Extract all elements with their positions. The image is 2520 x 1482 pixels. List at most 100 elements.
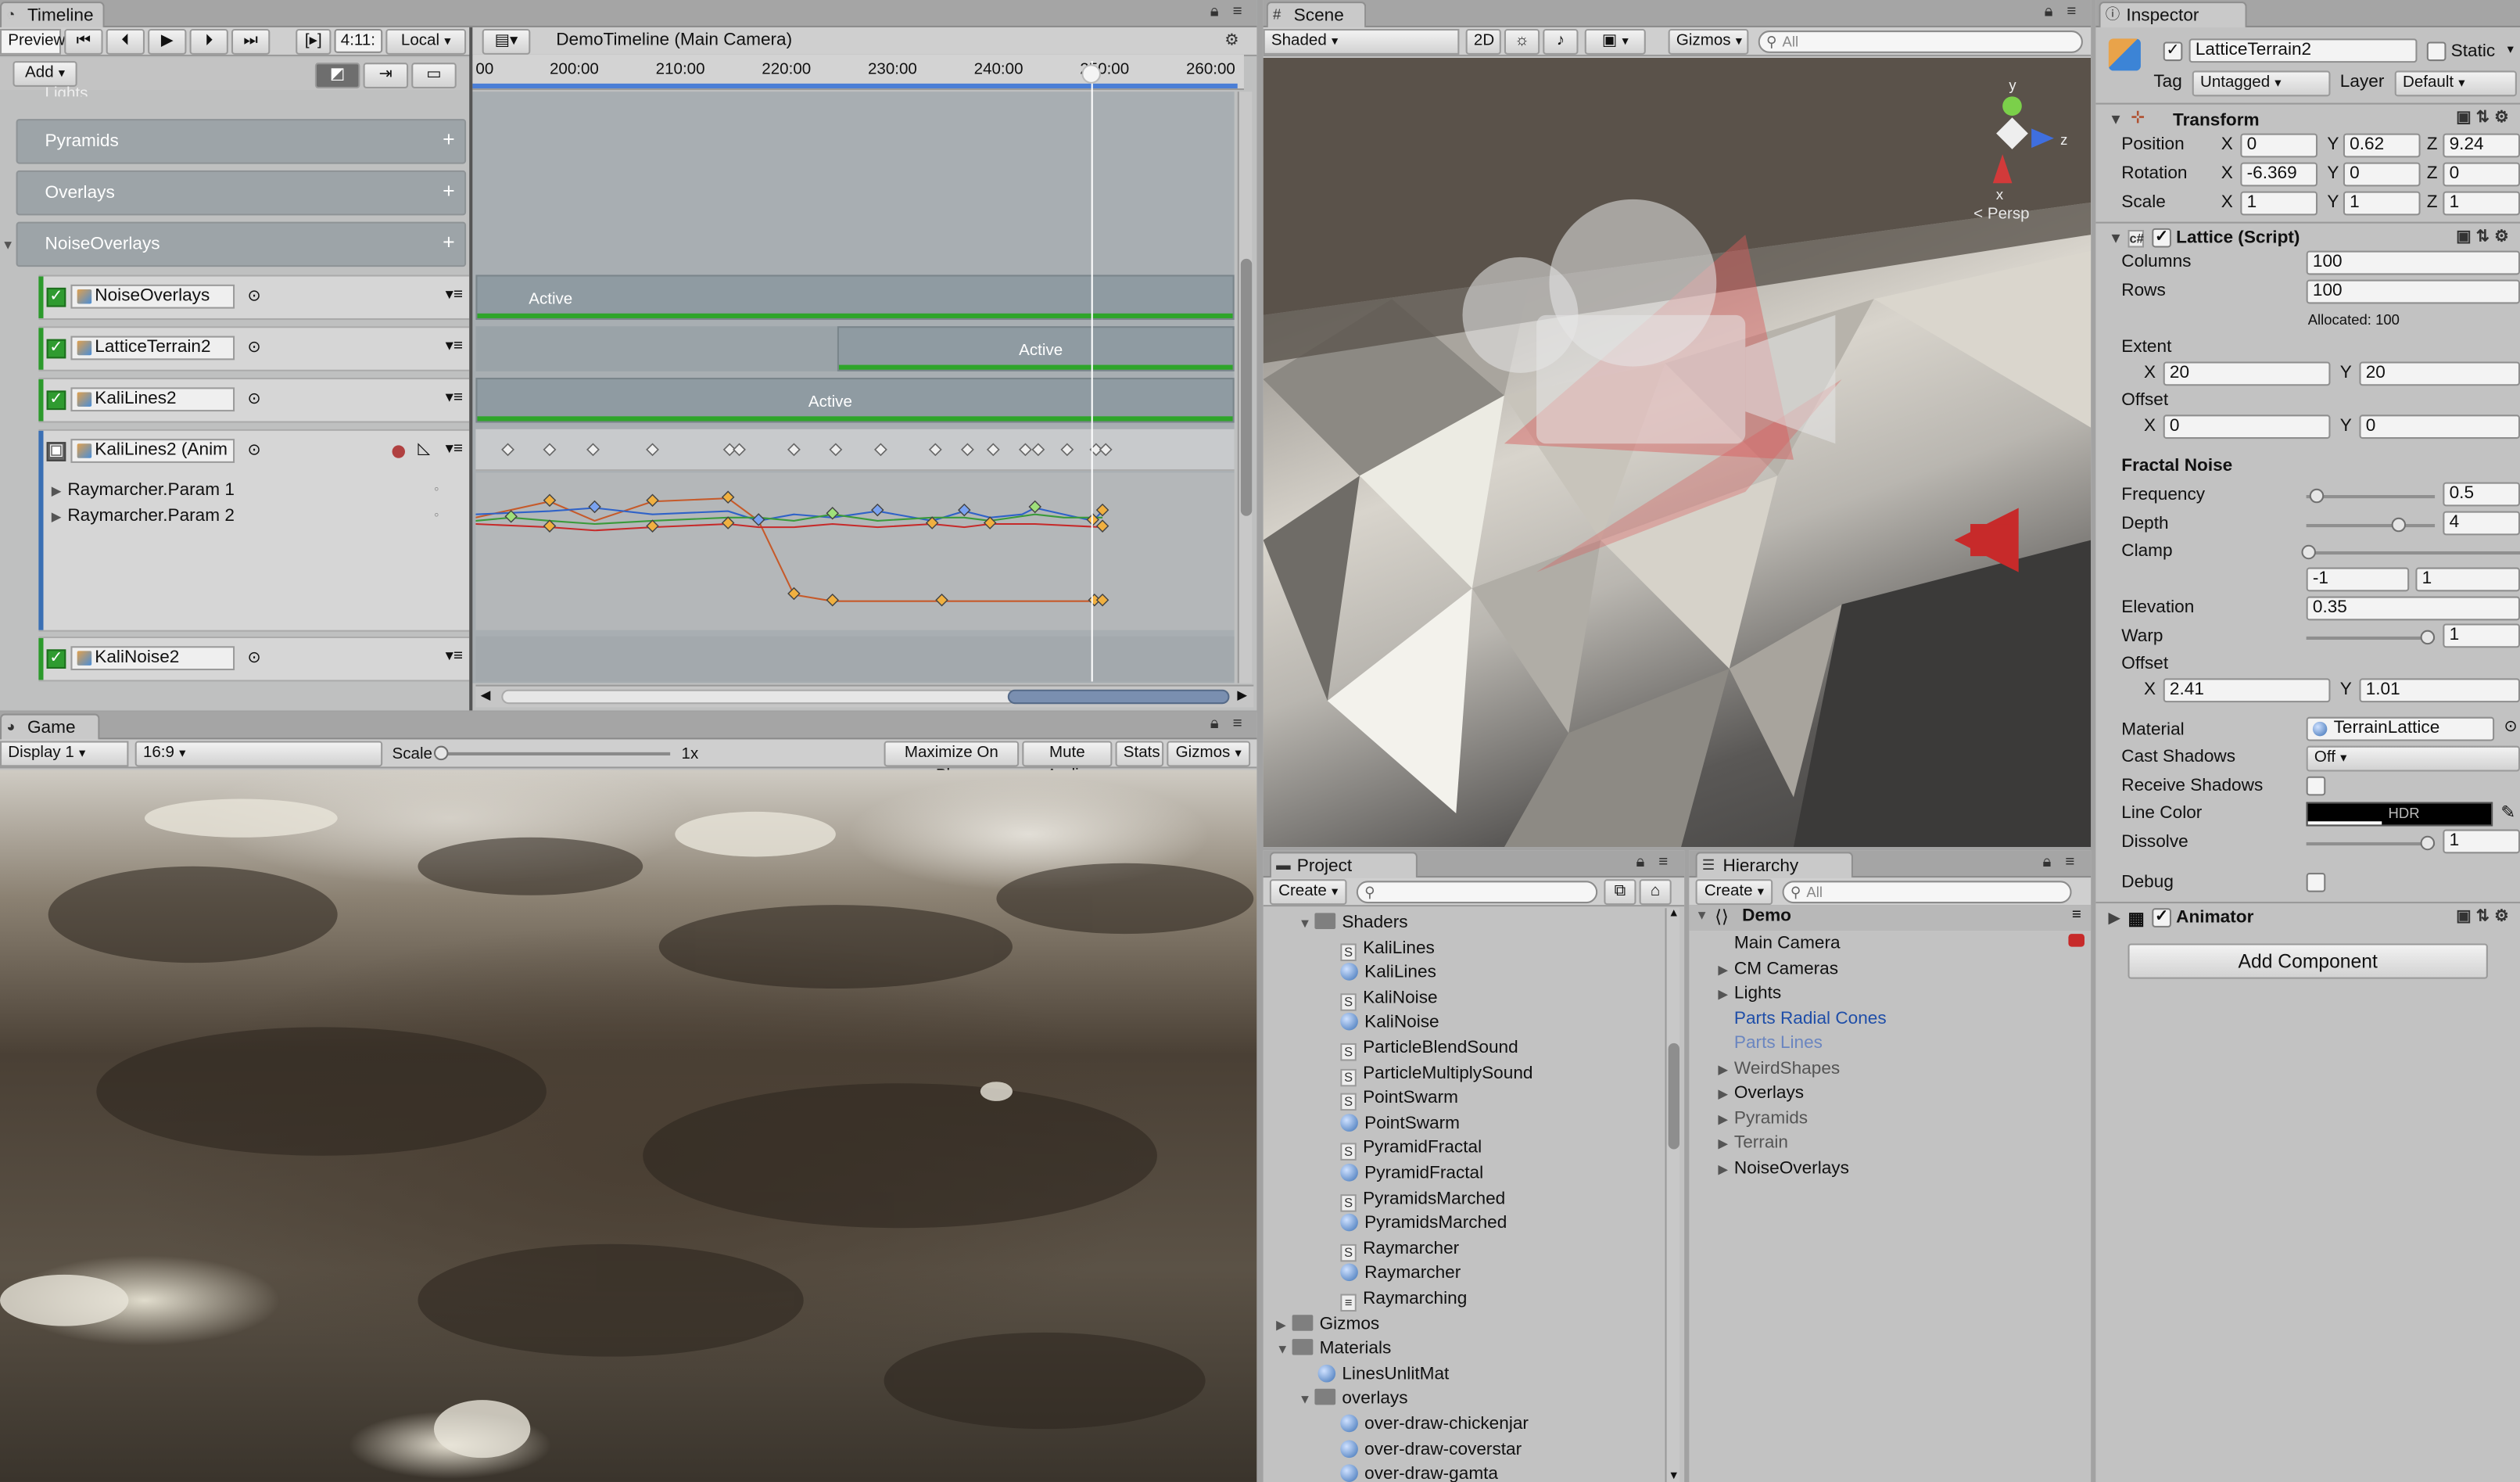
animation-curves[interactable] [475, 472, 1234, 630]
mute-audio-button[interactable]: Mute Audio [1022, 741, 1113, 784]
clip-edit-mode-replace[interactable]: ▭ [411, 63, 457, 89]
zoom-range-handle[interactable] [1007, 689, 1230, 705]
track-enabled-checkbox[interactable]: ✓ [46, 287, 66, 307]
param-row[interactable]: ▶ Raymarcher.Param 2 [52, 504, 235, 529]
add-icon[interactable]: + [443, 180, 455, 201]
animator-enabled-checkbox[interactable]: ✓ [2152, 908, 2171, 928]
axis-z-cone[interactable] [2031, 128, 2054, 149]
audio-toggle-icon[interactable]: ♪ [1543, 28, 1579, 55]
dissolve-slider-knob[interactable] [2420, 835, 2436, 851]
scale-slider[interactable] [442, 752, 671, 755]
frequency-slider[interactable] [2306, 495, 2436, 499]
project-item[interactable]: S ParticleMultiplySound [1340, 1062, 1532, 1086]
cast-shadows-dropdown[interactable]: Off [2306, 745, 2520, 772]
extent-x-field[interactable]: 20 [2163, 361, 2331, 386]
scroll-up-icon[interactable]: ▲ [1669, 908, 1679, 919]
warp-field[interactable]: 1 [2443, 623, 2520, 648]
axis-x-cone[interactable] [1992, 154, 2013, 184]
track-binding-field[interactable]: NoiseOverlays [70, 284, 235, 309]
noise-offset-x-field[interactable]: 2.41 [2163, 678, 2331, 703]
scale-slider-knob[interactable] [433, 745, 449, 761]
track-binding-field[interactable]: KaliLines2 [70, 387, 235, 412]
frequency-field[interactable]: 0.5 [2443, 482, 2520, 507]
lattice-script-header[interactable]: ▼ c# ✓ Lattice (Script) ▣⇅⚙ [2095, 221, 2520, 254]
timeline-options-button[interactable]: ▤▾ [482, 28, 531, 55]
tab-hierarchy[interactable]: ☰ Hierarchy [1695, 852, 1853, 878]
expanded-arrow-icon[interactable]: ▼ [1299, 1390, 1315, 1412]
timeline-h-scroll-thumb[interactable] [501, 689, 1016, 705]
track-noiseoverlays[interactable]: ✓ NoiseOverlays ⊙ ▾≡ [38, 275, 470, 321]
preview-button[interactable]: Preview [0, 28, 65, 55]
debug-checkbox[interactable] [2306, 873, 2326, 892]
clamp-min-field[interactable]: -1 [2306, 567, 2410, 592]
dissolve-field[interactable]: 1 [2443, 829, 2520, 854]
rotation-x-field[interactable]: -6.369 [2240, 162, 2318, 187]
collapsed-arrow-icon[interactable]: ▶ [1718, 984, 1734, 1007]
project-item[interactable]: PyramidFractal [1340, 1162, 1483, 1185]
offset-x-field[interactable]: 0 [2163, 414, 2331, 440]
transform-header[interactable]: ▼ ⊹ Transform ▣⇅⚙ [2095, 102, 2520, 135]
position-y-field[interactable]: 0.62 [2343, 133, 2421, 158]
static-dropdown-icon[interactable]: ▾ [2507, 41, 2514, 56]
frequency-slider-knob[interactable] [2309, 488, 2325, 504]
project-item[interactable]: S PyramidFractal [1340, 1137, 1482, 1161]
param-visibility-icon[interactable]: ◦ [434, 506, 439, 522]
tab-project[interactable]: ▬ Project [1269, 852, 1418, 878]
track-enabled-checkbox[interactable]: ✓ [46, 339, 66, 359]
timeline-horizontal-scrollbar[interactable]: ◀ ▶ [475, 684, 1254, 708]
project-item[interactable]: PyramidsMarched [1340, 1212, 1507, 1235]
expanded-arrow-icon[interactable]: ▼ [1276, 1339, 1292, 1362]
depth-slider-knob[interactable] [2391, 517, 2407, 533]
param-visibility-icon[interactable]: ◦ [434, 481, 439, 497]
timeline-ruler[interactable]: 00 200:00 210:00 220:00 230:00 240:00 25… [472, 54, 1244, 91]
clamp-min-knob[interactable] [2301, 544, 2316, 560]
target-icon[interactable]: ⊙ [248, 442, 261, 460]
filter-label-icon[interactable]: ⌂ [1639, 879, 1672, 906]
extent-y-field[interactable]: 20 [2359, 361, 2520, 386]
project-item[interactable]: ▼ overlays [1299, 1388, 1408, 1412]
hierarchy-item[interactable]: Parts Radial Cones [1718, 1007, 1887, 1030]
stats-button[interactable]: Stats [1115, 741, 1164, 767]
rows-field[interactable]: 100 [2306, 279, 2520, 304]
project-item[interactable]: KaliLines [1340, 961, 1436, 984]
collapsed-group-lights[interactable]: Lights [45, 84, 88, 96]
project-item[interactable]: PointSwarm [1340, 1112, 1460, 1135]
track-kalilines2-anim[interactable]: ▣ KaliLines2 (Anim ⊙ ◺ ▾≡ ▶ Raymarcher.Param … [38, 429, 470, 632]
play-range-button[interactable]: [▸] [296, 28, 332, 55]
panel-menu-icon[interactable]: ≡ [1233, 4, 1242, 21]
position-x-field[interactable]: 0 [2240, 133, 2318, 158]
collapsed-arrow-icon[interactable]: ▶ [1276, 1314, 1292, 1337]
header-divider[interactable] [469, 27, 473, 711]
track-binding-field[interactable]: KaliNoise2 [70, 646, 235, 671]
static-checkbox[interactable] [2426, 41, 2447, 62]
next-frame-button[interactable]: ⏵︎ [189, 28, 228, 55]
warp-slider-knob[interactable] [2420, 630, 2436, 645]
clip-edit-mode-ripple[interactable]: ⇥ [363, 63, 409, 89]
project-item[interactable]: ≡ Raymarching [1340, 1287, 1467, 1312]
project-item[interactable]: LinesUnlitMat [1317, 1362, 1449, 1385]
track-group-overlays[interactable]: Overlays + [16, 170, 467, 216]
track-enabled-checkbox[interactable]: ▣ [46, 442, 66, 461]
panel-menu-icon[interactable]: ≡ [2065, 854, 2074, 871]
tag-dropdown[interactable]: Untagged [2192, 70, 2331, 97]
prev-frame-button[interactable]: ⏴︎ [106, 28, 145, 55]
first-frame-button[interactable]: ⏮ [64, 28, 103, 55]
object-picker-icon[interactable]: ⊙ [2504, 719, 2517, 737]
track-menu-icon[interactable]: ▾≡ [446, 648, 463, 666]
gameobject-active-checkbox[interactable]: ✓ [2163, 41, 2183, 62]
effects-dropdown-icon[interactable]: ▣ [1584, 28, 1646, 55]
depth-slider[interactable] [2306, 524, 2436, 528]
collapsed-arrow-icon[interactable]: ▶ [1718, 1083, 1734, 1106]
track-enabled-checkbox[interactable]: ✓ [46, 390, 66, 411]
tab-scene[interactable]: # Scene [1266, 2, 1367, 27]
curves-icon[interactable]: ◺ [418, 440, 430, 458]
projection-label[interactable]: < Persp [1973, 206, 2029, 224]
project-search-input[interactable] [1356, 881, 1598, 904]
track-group-noiseoverlays[interactable]: NoiseOverlays + [16, 221, 467, 267]
project-create-dropdown[interactable]: Create [1269, 879, 1347, 906]
collapsed-arrow-icon[interactable]: ▶ [1718, 959, 1734, 981]
filter-type-icon[interactable]: ⧉ [1604, 879, 1636, 906]
hierarchy-item[interactable]: ▶ Overlays [1718, 1082, 1804, 1106]
hierarchy-scene-row[interactable]: ▼ ⟨⟩ Demo ≡ [1689, 905, 2092, 931]
project-item[interactable]: ▼ Materials [1276, 1337, 1391, 1362]
